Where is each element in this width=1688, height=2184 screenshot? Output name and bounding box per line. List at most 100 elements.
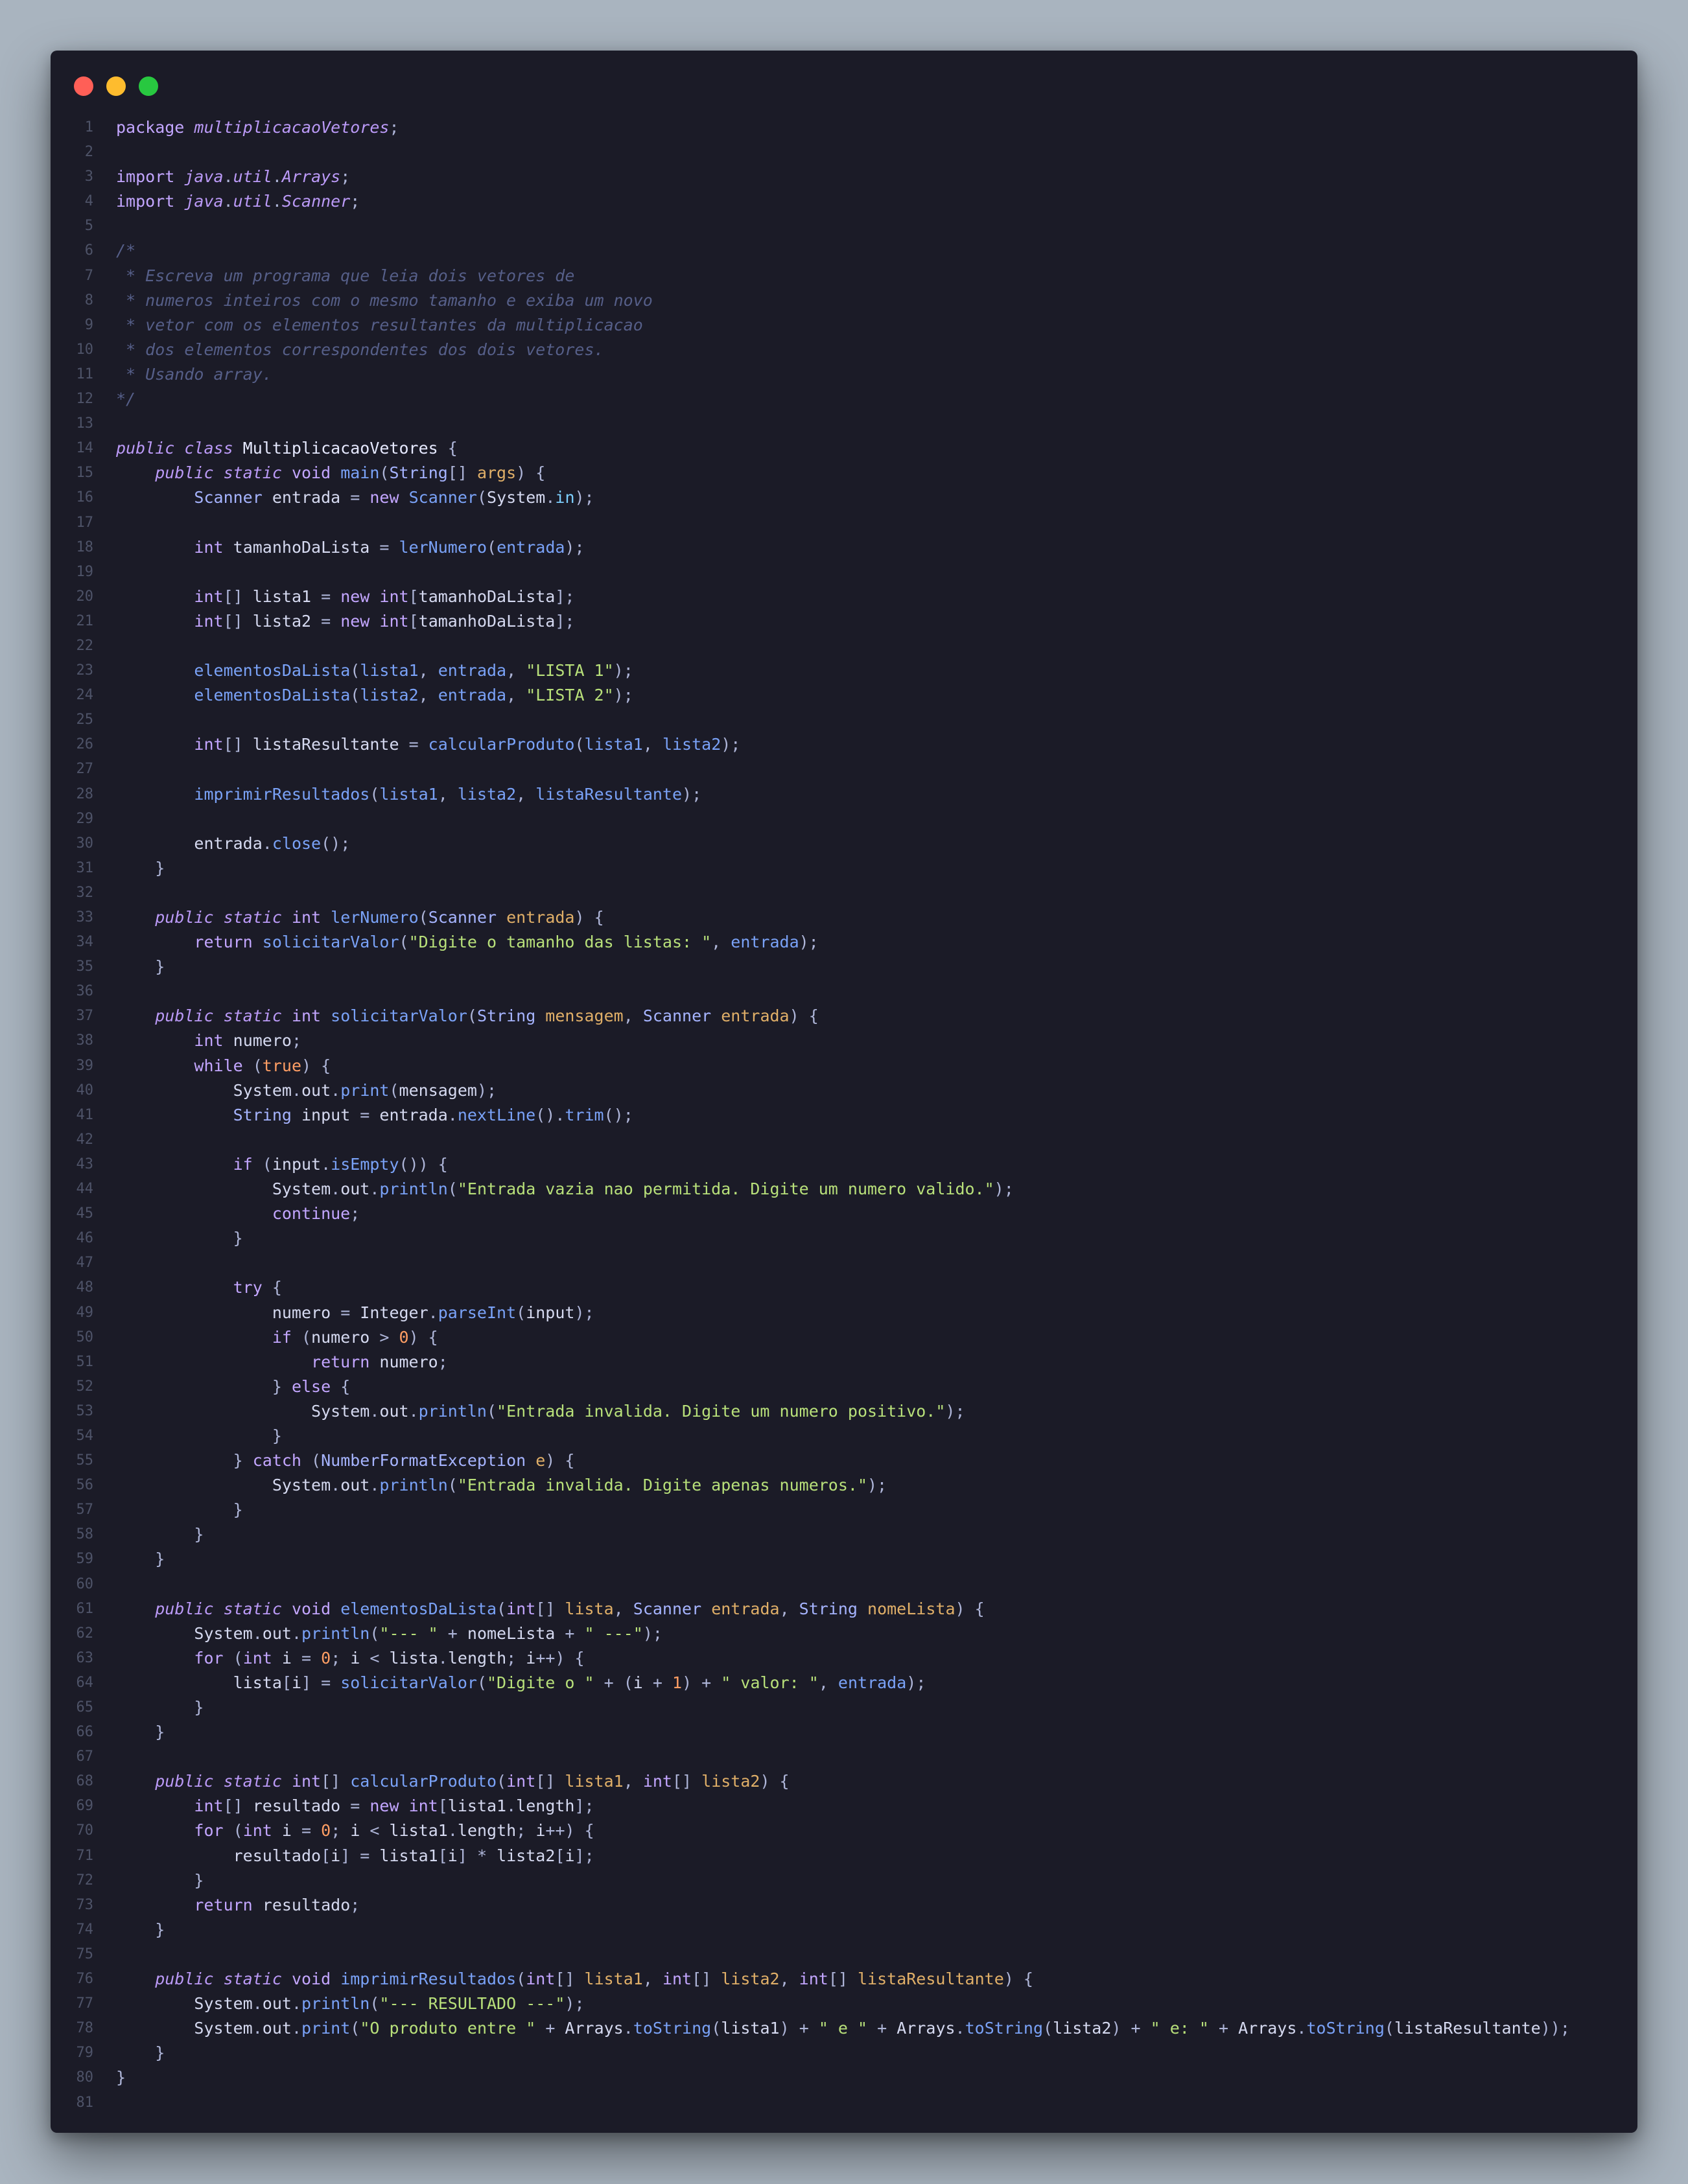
code-line: 26 int[] listaResultante = calcularProdu… [51, 732, 1637, 757]
code-token: MultiplicacaoVetores [242, 439, 448, 458]
code-line: 40 System.out.print(mensagem); [51, 1078, 1637, 1103]
line-text: return resultado; [116, 1893, 360, 1918]
code-line: 28 imprimirResultados(lista1, lista2, li… [51, 782, 1637, 807]
code-line: 43 if (input.isEmpty()) { [51, 1152, 1637, 1177]
line-number: 36 [76, 983, 94, 1000]
code-token: . [369, 1476, 380, 1495]
code-token: ); [867, 1476, 887, 1495]
code-token: System [116, 1401, 370, 1421]
code-token: ); [565, 537, 585, 557]
code-token: ( [369, 1623, 380, 1643]
code-token: , [818, 1673, 838, 1692]
code-token: )); [1540, 2019, 1570, 2038]
code-token: lista2 [1053, 2019, 1112, 2038]
line-number: 62 [76, 1625, 94, 1642]
code-token: ++) { [545, 1821, 594, 1841]
code-token: imprimirResultados [340, 1969, 517, 1989]
code-token: i [526, 1648, 536, 1667]
code-token: ( [447, 1476, 458, 1495]
line-text: } [116, 1918, 165, 1942]
line-number: 32 [76, 884, 94, 901]
code-token: i [535, 1821, 546, 1841]
code-token: resultado [262, 1895, 351, 1914]
code-token: ( [252, 1056, 263, 1075]
code-token: [] [535, 1772, 565, 1791]
code-token: ) { [955, 1599, 985, 1618]
line-number: 50 [76, 1329, 94, 1345]
code-token: mensagem [399, 1080, 477, 1100]
code-token: } [116, 1377, 292, 1396]
code-token: lista2 [457, 784, 517, 804]
line-text: resultado[i] = lista1[i] * lista2[i]; [116, 1844, 594, 1868]
code-line: 1 package multiplicacaoVetores; [51, 115, 1637, 140]
maximize-dot-icon[interactable] [139, 76, 158, 96]
line-number: 22 [76, 637, 94, 654]
code-token: listaResultante [857, 1969, 1004, 1989]
code-line: 74 } [51, 1918, 1637, 1942]
code-line: 44 System.out.println("Entrada vazia nao… [51, 1177, 1637, 1202]
code-token: ( [233, 1648, 243, 1667]
code-line: 23 elementosDaLista(lista1, entrada, "LI… [51, 658, 1637, 683]
code-token: lista2 [662, 735, 721, 754]
code-token: (); [604, 1105, 633, 1124]
close-dot-icon[interactable] [74, 76, 93, 96]
line-text: } [116, 2041, 165, 2065]
code-token: int [291, 908, 331, 927]
code-token: } [116, 1426, 282, 1445]
code-token: . [545, 488, 556, 507]
code-token: resultado [116, 1846, 322, 1865]
code-editor[interactable]: 1 package multiplicacaoVetores; 2 3 import j… [51, 115, 1637, 2115]
line-number: 76 [76, 1971, 94, 1988]
code-line: 76 public static void imprimirResultados… [51, 1967, 1637, 1992]
code-token: Arrays [897, 2019, 955, 2038]
code-line: 47 [51, 1251, 1637, 1275]
code-token: elementosDaLista [340, 1599, 497, 1618]
code-token: entrada [497, 537, 565, 557]
code-token: length [447, 1648, 507, 1667]
line-number: 6 [84, 242, 93, 259]
code-token: Arrays [281, 167, 341, 187]
code-token: i [291, 1673, 301, 1692]
code-token: static [223, 1772, 292, 1791]
line-number: 12 [76, 391, 94, 408]
code-line: 9 * vetor com os elementos resultantes d… [51, 313, 1637, 338]
code-token: static [223, 1006, 292, 1026]
code-token: return [311, 1352, 380, 1371]
line-number: 70 [76, 1822, 94, 1839]
code-token: [ [281, 1673, 292, 1692]
code-token: . [252, 1623, 263, 1643]
code-line: 18 int tamanhoDaLista = lerNumero(entrad… [51, 535, 1637, 560]
line-text: } [116, 1522, 204, 1547]
line-number: 1 [84, 119, 93, 135]
line-text: public static void elementosDaLista(int[… [116, 1597, 985, 1621]
code-line: 33 public static int lerNumero(Scanner e… [51, 905, 1637, 930]
code-token: input [301, 1105, 360, 1124]
code-token: ) + [1111, 2019, 1151, 2038]
line-text: public static int solicitarValor(String … [116, 1004, 819, 1028]
code-line: 39 while (true) { [51, 1054, 1637, 1078]
code-token: catch [252, 1451, 312, 1470]
code-token: } [116, 1870, 204, 1890]
code-token: tamanhoDaLista [418, 587, 556, 606]
code-token: [ [438, 1796, 448, 1816]
code-token: } [116, 957, 165, 977]
code-token: (). [535, 1105, 565, 1124]
line-number: 13 [76, 415, 94, 432]
code-token: ; [340, 167, 351, 187]
line-number: 53 [76, 1402, 94, 1419]
minimize-dot-icon[interactable] [106, 76, 126, 96]
line-text: lista[i] = solicitarValor("Digite o " + … [116, 1671, 926, 1695]
line-text: } else { [116, 1375, 350, 1399]
code-token: main [340, 463, 380, 483]
code-line: 20 int[] lista1 = new int[tamanhoDaLista… [51, 585, 1637, 609]
code-line: 29 [51, 807, 1637, 831]
code-token: in [555, 488, 575, 507]
code-token: out [340, 1179, 370, 1199]
code-token: ]; [555, 611, 575, 631]
code-token: i [281, 1648, 302, 1667]
line-text: numero = Integer.parseInt(input); [116, 1301, 594, 1325]
